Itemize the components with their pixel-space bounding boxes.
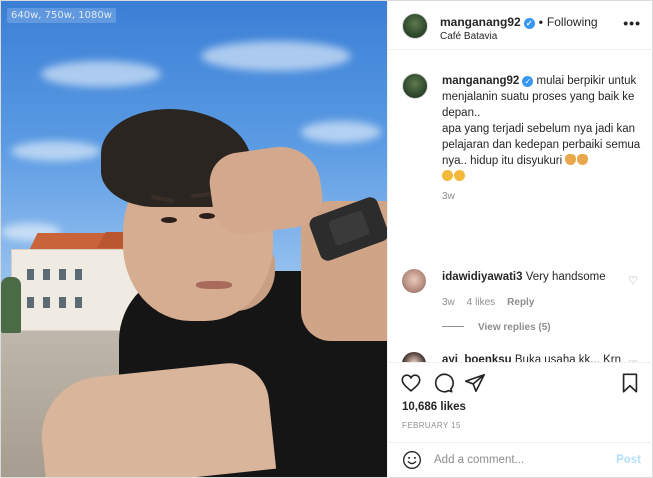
eye	[199, 213, 215, 219]
comment-icon[interactable]	[432, 372, 454, 394]
post-window: 640w, 750w, 1080w manganang92 ✓ • Following…	[0, 0, 653, 478]
window	[43, 297, 50, 308]
comment-input[interactable]	[434, 451, 604, 469]
post-photo[interactable]: 640w, 750w, 1080w	[1, 1, 387, 477]
author-avatar[interactable]	[402, 13, 428, 39]
window	[43, 269, 50, 280]
post-actions: 10,686 likes FEBRUARY 15	[388, 362, 653, 442]
caption: manganang92 ✓ mulai berpikir untuk menjal…	[442, 73, 642, 185]
eye	[161, 217, 177, 223]
add-comment-bar: Post	[388, 442, 653, 477]
verified-badge-icon: ✓	[523, 18, 535, 29]
separator-dot: •	[538, 15, 543, 29]
cloud	[301, 121, 381, 143]
comment-likes[interactable]: 4 likes	[467, 297, 495, 308]
cloud	[201, 41, 351, 71]
smile-emoji-icon	[442, 170, 453, 181]
caption-avatar[interactable]	[402, 73, 428, 99]
post-button[interactable]: Post	[616, 454, 641, 466]
ok-hand-emoji-icon	[565, 154, 577, 165]
image-size-tag: 640w, 750w, 1080w	[7, 8, 116, 23]
comment-text: Very handsome	[525, 271, 606, 283]
verified-badge-icon: ✓	[522, 76, 534, 87]
following-button[interactable]: Following	[547, 15, 598, 29]
bookmark-icon[interactable]	[619, 372, 641, 394]
comments-area[interactable]: manganang92 ✓ mulai berpikir untuk menjal…	[388, 51, 653, 362]
cloud	[11, 141, 101, 161]
author-line: manganang92 ✓ • Following	[440, 15, 598, 29]
commenter-avatar[interactable]	[402, 269, 426, 293]
tree	[1, 277, 21, 333]
window	[27, 269, 34, 280]
comment-username[interactable]: idawidiyawati3	[442, 271, 523, 283]
comment-time[interactable]: 3w	[442, 297, 455, 308]
window	[75, 269, 82, 280]
commenter-avatar[interactable]	[402, 352, 426, 362]
post-side-panel: manganang92 ✓ • Following Café Batavia ••• …	[387, 1, 653, 477]
smile-emoji-icon	[454, 170, 465, 181]
window	[27, 297, 34, 308]
window	[59, 297, 66, 308]
divider-line	[442, 326, 464, 327]
reply-button[interactable]: Reply	[507, 297, 534, 308]
view-replies-button[interactable]: View replies (5)	[442, 322, 551, 333]
window	[75, 297, 82, 308]
likes-count[interactable]: 10,686 likes	[402, 401, 466, 413]
comment: ayi_boenksu Buka usaha kk... Krn klo sdh…	[442, 352, 622, 362]
caption-text: mulai berpikir untuk menjalanin suatu pr…	[442, 75, 641, 167]
ok-hand-emoji-icon	[577, 154, 589, 165]
comment: idawidiyawati3 Very handsome	[442, 269, 622, 285]
comment-meta: 3w 4 likes Reply	[442, 297, 546, 308]
heart-icon[interactable]	[400, 372, 422, 394]
emoji-picker-icon[interactable]	[402, 450, 422, 470]
caption-username[interactable]: manganang92	[442, 75, 519, 87]
caption-time[interactable]: 3w	[442, 191, 455, 202]
post-header: manganang92 ✓ • Following Café Batavia •••	[388, 1, 653, 50]
more-options-icon[interactable]: •••	[623, 15, 641, 31]
post-date[interactable]: FEBRUARY 15	[402, 421, 461, 430]
share-icon[interactable]	[464, 372, 486, 394]
cloud	[41, 61, 161, 87]
mouth	[196, 281, 232, 289]
window	[59, 269, 66, 280]
comment-username[interactable]: ayi_boenksu	[442, 354, 512, 362]
view-replies-label: View replies (5)	[478, 322, 551, 333]
like-comment-heart-icon[interactable]: ♡	[627, 275, 639, 287]
location-link[interactable]: Café Batavia	[440, 31, 497, 42]
author-username[interactable]: manganang92	[440, 15, 521, 29]
